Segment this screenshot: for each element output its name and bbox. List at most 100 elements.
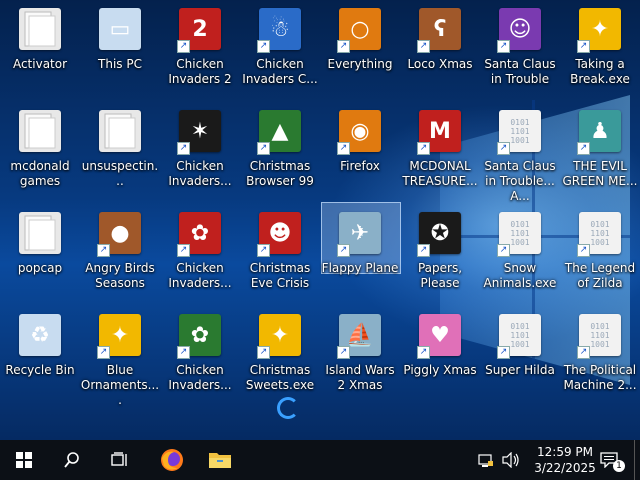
shortcut-arrow-icon: ↗	[577, 40, 590, 53]
desktop-icon-label: Piggly Xmas	[403, 363, 477, 377]
desktop-icon[interactable]: ▲ ↗ Christmas Browser 99	[240, 102, 320, 202]
volume-icon[interactable]	[502, 451, 520, 472]
desktop-icon[interactable]: ♥ ↗ Piggly Xmas	[400, 306, 480, 406]
desktop-icon[interactable]: ✿ ↗ Chicken Invaders...	[160, 306, 240, 406]
desktop[interactable]: Activator ▭ This PC 2 ↗ Chicken Invaders 2 ☃ ↗ C…	[0, 0, 640, 440]
search-button[interactable]	[48, 440, 96, 480]
clock-date: 3/22/2025	[534, 461, 596, 475]
desktop-icon-label: Santa Claus in Trouble	[484, 57, 556, 86]
desktop-icon[interactable]: ☺ ↗ Santa Claus in Trouble	[480, 0, 560, 100]
desktop-icon[interactable]: ☻ ↗ Christmas Eve Crisis	[240, 204, 320, 304]
shortcut-arrow-icon: ↗	[177, 244, 190, 257]
shortcut-arrow-icon: ↗	[417, 346, 430, 359]
desktop-icon-label: Recycle Bin	[5, 363, 75, 377]
desktop-icon[interactable]: mcdonald games	[0, 102, 80, 202]
shortcut-arrow-icon: ↗	[497, 244, 510, 257]
desktop-icon-label: Flappy Plane	[321, 261, 399, 275]
desktop-icon[interactable]: ✦ ↗ Christmas Sweets.exe	[240, 306, 320, 406]
desktop-icon[interactable]: ⛵ ↗ Island Wars 2 Xmas	[320, 306, 400, 406]
folder-icon	[19, 8, 61, 50]
shortcut-arrow-icon: ↗	[337, 142, 350, 155]
shortcut-arrow-icon: ↗	[257, 346, 270, 359]
desktop-icon[interactable]: ✶ ↗ Chicken Invaders...	[160, 102, 240, 202]
desktop-icon[interactable]: ◉ ↗ Firefox	[320, 102, 400, 202]
desktop-icon-label: Chicken Invaders...	[168, 363, 232, 392]
system-clock[interactable]: 12:59 PM 3/22/2025	[530, 444, 600, 476]
shortcut-arrow-icon: ↗	[97, 346, 110, 359]
desktop-icon[interactable]: ♻ Recycle Bin	[0, 306, 80, 406]
desktop-icon-label: Everything	[327, 57, 393, 71]
desktop-icon-label: Santa Claus in Trouble... A...	[484, 159, 556, 203]
desktop-icon[interactable]: 2 ↗ Chicken Invaders 2	[160, 0, 240, 100]
task-view-icon	[111, 452, 127, 466]
desktop-icon-label: unsuspectin...	[81, 159, 159, 188]
shortcut-arrow-icon: ↗	[177, 40, 190, 53]
desktop-icon[interactable]: ✪ ↗ Papers, Please	[400, 204, 480, 304]
desktop-icon[interactable]: unsuspectin...	[80, 102, 160, 202]
start-button[interactable]	[0, 440, 48, 480]
folder-icon	[19, 110, 61, 152]
desktop-icon-label: The Political Machine 2...	[563, 363, 637, 392]
shortcut-arrow-icon: ↗	[497, 142, 510, 155]
desktop-icon-label: Loco Xmas	[407, 57, 473, 71]
desktop-icon[interactable]: 0101 1101 1001 ↗ Snow Animals.exe	[480, 204, 560, 304]
desktop-icon[interactable]: ▭ This PC	[80, 0, 160, 100]
shortcut-arrow-icon: ↗	[577, 244, 590, 257]
task-view-button[interactable]	[96, 440, 144, 480]
desktop-icon[interactable]: ● ↗ Angry Birds Seasons	[80, 204, 160, 304]
shortcut-arrow-icon: ↗	[177, 346, 190, 359]
file-explorer-icon	[209, 453, 231, 468]
desktop-icon-label: Christmas Eve Crisis	[249, 261, 311, 290]
desktop-icon[interactable]: popcap	[0, 204, 80, 304]
desktop-icon[interactable]: ✈ ↗ Flappy Plane	[320, 202, 401, 304]
search-icon	[64, 452, 79, 468]
desktop-icon-label: This PC	[98, 57, 142, 71]
shortcut-arrow-icon: ↗	[257, 142, 270, 155]
shortcut-arrow-icon: ↗	[337, 346, 350, 359]
desktop-icon[interactable]: 0101 1101 1001 ↗ Super Hilda	[480, 306, 560, 406]
shortcut-arrow-icon: ↗	[577, 346, 590, 359]
notification-count-badge: 1	[613, 460, 625, 472]
taskbar-firefox[interactable]	[148, 440, 196, 480]
firefox-icon	[161, 449, 183, 471]
desktop-icon-label: Chicken Invaders 2	[168, 57, 232, 86]
shortcut-arrow-icon: ↗	[577, 142, 590, 155]
desktop-icon[interactable]: M ↗ MCDONAL TREASURE...	[400, 102, 480, 202]
shortcut-arrow-icon: ↗	[337, 244, 350, 257]
desktop-icon[interactable]: 0101 1101 1001 ↗ The Political Machine 2..…	[560, 306, 640, 406]
desktop-icon[interactable]: ♟ ↗ THE EVIL GREEN ME...	[560, 102, 640, 202]
desktop-icon[interactable]: 0101 1101 1001 ↗ Santa Claus in Trouble...…	[480, 102, 560, 203]
shortcut-arrow-icon: ↗	[417, 40, 430, 53]
desktop-icon[interactable]: ✦ ↗ Taking a Break.exe	[560, 0, 640, 100]
recycle-bin-icon: ♻	[19, 314, 61, 356]
folder-icon	[19, 212, 61, 254]
desktop-icon-label: Angry Birds Seasons	[85, 261, 155, 290]
shortcut-arrow-icon: ↗	[497, 40, 510, 53]
desktop-icon[interactable]: ☃ ↗ Chicken Invaders C...	[240, 0, 320, 100]
network-icon[interactable]	[478, 452, 494, 472]
notification-center-button[interactable]: 1	[594, 440, 625, 480]
desktop-icon-label: Christmas Browser 99	[246, 159, 314, 188]
taskbar-file-explorer[interactable]	[196, 440, 244, 480]
clock-time: 12:59 PM	[537, 445, 593, 459]
desktop-icon[interactable]: ✿ ↗ Chicken Invaders...	[160, 204, 240, 304]
shortcut-arrow-icon: ↗	[417, 244, 430, 257]
shortcut-arrow-icon: ↗	[337, 40, 350, 53]
desktop-icon-label: Snow Animals.exe	[483, 261, 557, 290]
desktop-icon-label: Christmas Sweets.exe	[245, 363, 315, 392]
desktop-icon-label: THE EVIL GREEN ME...	[562, 159, 638, 188]
desktop-icon-label: Papers, Please	[417, 261, 463, 290]
desktop-icon[interactable]: ✦ ↗ Blue Ornaments....	[80, 306, 160, 407]
shortcut-arrow-icon: ↗	[497, 346, 510, 359]
shortcut-arrow-icon: ↗	[257, 40, 270, 53]
desktop-icon-label: Taking a Break.exe	[570, 57, 630, 86]
desktop-icon[interactable]: 0101 1101 1001 ↗ The Legend of Zilda	[560, 204, 640, 304]
desktop-icon-label: Blue Ornaments....	[80, 363, 160, 407]
desktop-icon-label: mcdonald games	[10, 159, 70, 188]
desktop-icon-label: Firefox	[340, 159, 380, 173]
show-desktop-button[interactable]	[634, 440, 635, 480]
computer-icon: ▭	[99, 8, 141, 50]
desktop-icon[interactable]: ○ ↗ Everything	[320, 0, 400, 100]
desktop-icon[interactable]: Activator	[0, 0, 80, 100]
desktop-icon[interactable]: ʕ ↗ Loco Xmas	[400, 0, 480, 100]
